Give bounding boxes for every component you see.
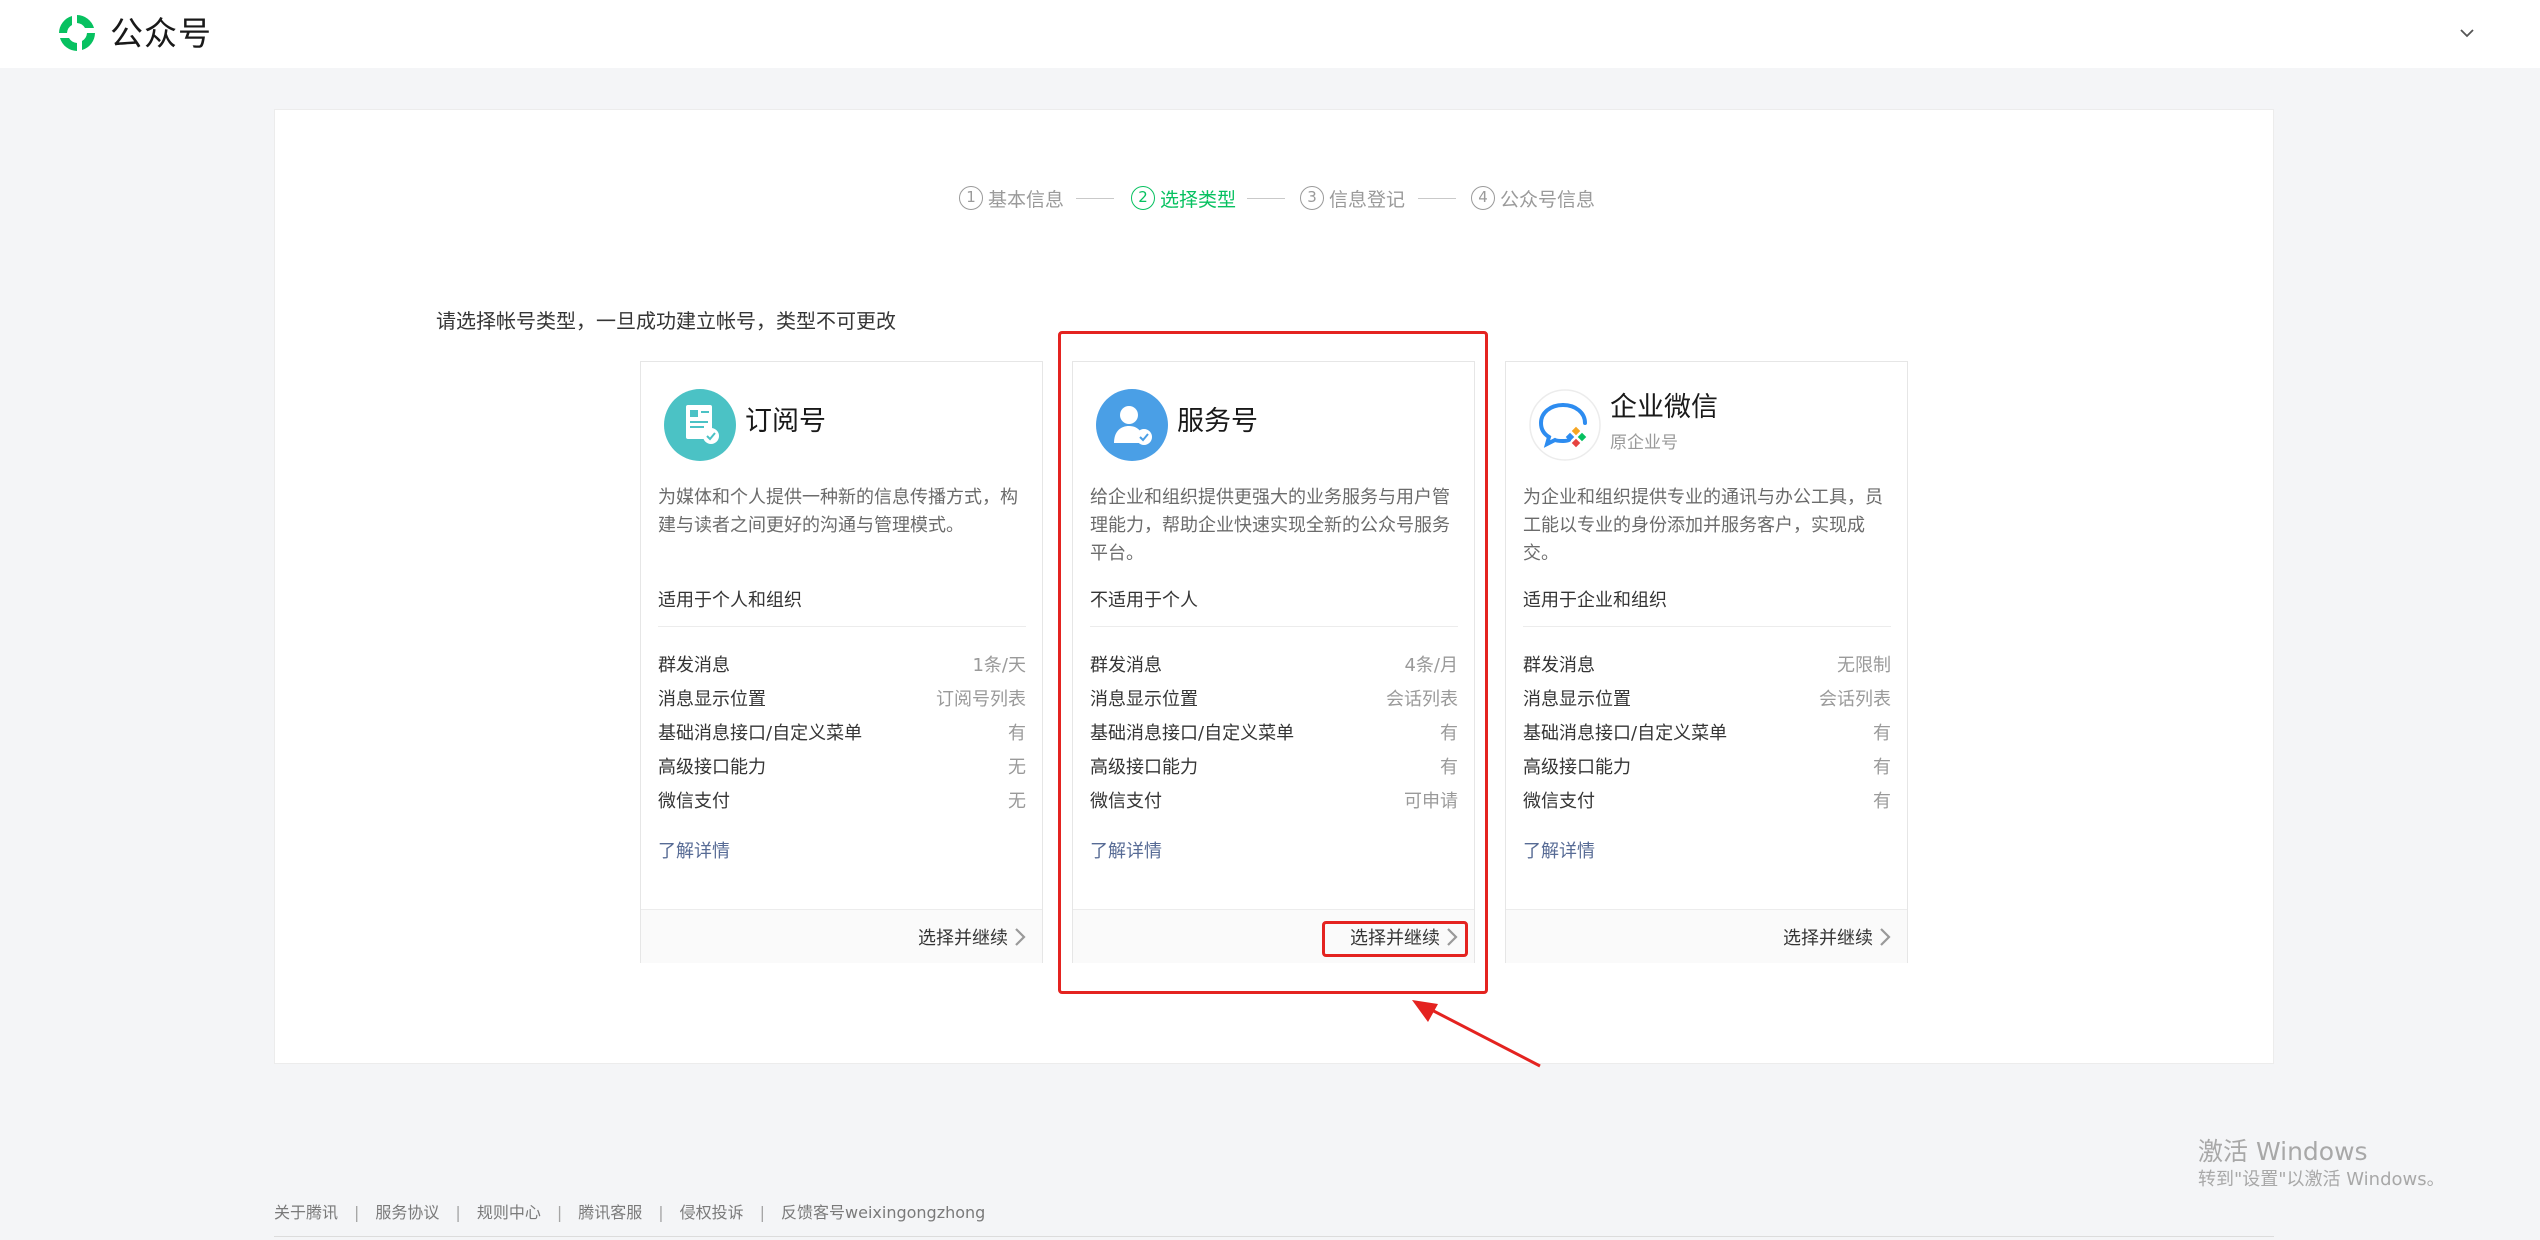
- subscription-account-icon: [664, 389, 736, 461]
- step-account-info: 4 公众号信息: [1471, 183, 1595, 213]
- card-footer: 选择并继续: [641, 909, 1042, 963]
- chevron-down-icon[interactable]: [2456, 24, 2478, 42]
- footer-divider: [274, 1236, 2274, 1237]
- learn-more-link[interactable]: 了解详情: [658, 838, 730, 866]
- footer-separator: |: [658, 1203, 664, 1222]
- card-title: 订阅号: [745, 406, 826, 437]
- annotation-highlight-frame: [1058, 331, 1488, 994]
- footer-separator: |: [354, 1203, 360, 1222]
- select-and-continue-button[interactable]: 选择并继续: [1783, 924, 1891, 950]
- step-label: 基本信息: [988, 188, 1065, 211]
- card-description: 为企业和组织提供专业的通讯与办公工具，员工能以专业的身份添加并服务客户，实现成交…: [1523, 487, 1883, 564]
- feature-value: 无限制: [1837, 655, 1891, 676]
- feature-value: 无: [1008, 791, 1026, 812]
- feature-name: 消息显示位置: [658, 689, 766, 710]
- feature-row: 基础消息接口/自定义菜单 有: [658, 720, 1026, 748]
- card-scope: 适用于个人和组织: [658, 590, 802, 611]
- feature-row: 高级接口能力 有: [1523, 754, 1891, 782]
- card-subscription: 订阅号 为媒体和个人提供一种新的信息传播方式，构建与读者之间更好的沟通与管理模式…: [640, 361, 1043, 963]
- step-info-registration: 3 信息登记: [1300, 183, 1405, 213]
- annotation-button-frame: [1322, 921, 1468, 957]
- card-wecom: 企业微信 原企业号 为企业和组织提供专业的通讯与办公工具，员工能以专业的身份添加…: [1505, 361, 1908, 963]
- feature-value: 订阅号列表: [936, 689, 1026, 710]
- step-label: 信息登记: [1329, 188, 1406, 211]
- footer-link-support[interactable]: 腾讯客服: [578, 1201, 642, 1225]
- feature-value: 有: [1873, 723, 1891, 744]
- step-separator: [1418, 198, 1456, 199]
- chevron-right-icon: [1015, 928, 1026, 946]
- step-basic-info: 1 基本信息: [959, 183, 1064, 213]
- annotation-arrow-icon: [1412, 1000, 1541, 1068]
- step-label: 选择类型: [1160, 188, 1237, 211]
- card-divider: [658, 626, 1026, 627]
- card-description: 为媒体和个人提供一种新的信息传播方式，构建与读者之间更好的沟通与管理模式。: [658, 487, 1018, 536]
- feature-row: 群发消息 1条/天: [658, 652, 1026, 680]
- card-scope: 适用于企业和组织: [1523, 590, 1667, 611]
- card-subtitle: 原企业号: [1610, 433, 1678, 453]
- feature-row: 消息显示位置 会话列表: [1523, 686, 1891, 714]
- footer-separator: |: [556, 1203, 563, 1222]
- feature-row: 基础消息接口/自定义菜单 有: [1523, 720, 1891, 748]
- card-title: 企业微信: [1610, 392, 1718, 423]
- feature-row: 微信支付 有: [1523, 788, 1891, 816]
- select-and-continue-button[interactable]: 选择并继续: [918, 924, 1026, 950]
- feature-row: 微信支付 无: [658, 788, 1026, 816]
- feature-name: 微信支付: [1523, 791, 1595, 812]
- feature-row: 消息显示位置 订阅号列表: [658, 686, 1026, 714]
- feature-value: 有: [1008, 723, 1026, 744]
- step-select-type: 2 选择类型: [1131, 183, 1236, 213]
- wecom-icon: [1529, 389, 1601, 461]
- feature-name: 高级接口能力: [1523, 757, 1631, 778]
- chevron-right-icon: [1880, 928, 1891, 946]
- footer-link-complaint[interactable]: 侵权投诉: [680, 1201, 744, 1225]
- feature-value: 有: [1873, 791, 1891, 812]
- feature-value: 无: [1008, 757, 1026, 778]
- feature-value: 有: [1873, 757, 1891, 778]
- windows-activation-subtitle: 转到"设置"以激活 Windows。: [2198, 1169, 2445, 1190]
- footer-link-service-agreement[interactable]: 服务协议: [375, 1201, 439, 1225]
- footer-links: 关于腾讯 | 服务协议 | 规则中心 | 腾讯客服 | 侵权投诉 | 反馈客号w…: [274, 1201, 985, 1225]
- feature-name: 基础消息接口/自定义菜单: [1523, 723, 1728, 744]
- learn-more-link[interactable]: 了解详情: [1523, 838, 1595, 866]
- feature-name: 消息显示位置: [1523, 689, 1631, 710]
- feature-value: 会话列表: [1819, 689, 1891, 710]
- select-label: 选择并继续: [918, 928, 1008, 949]
- step-label: 公众号信息: [1500, 188, 1596, 211]
- brand-title: 公众号: [110, 14, 212, 53]
- windows-activation-title: 激活 Windows: [2198, 1137, 2368, 1166]
- footer-link-about[interactable]: 关于腾讯: [274, 1201, 338, 1225]
- wechat-official-account-logo-icon[interactable]: [55, 11, 99, 55]
- footer-link-feedback[interactable]: 反馈客号weixingongzhong: [781, 1201, 985, 1225]
- feature-row: 高级接口能力 无: [658, 754, 1026, 782]
- step-separator: [1076, 198, 1114, 199]
- feature-value: 1条/天: [972, 655, 1026, 676]
- step-number: 4: [1471, 186, 1495, 210]
- card-divider: [1523, 626, 1891, 627]
- step-number: 2: [1131, 186, 1155, 210]
- step-number: 1: [959, 186, 983, 210]
- feature-name: 基础消息接口/自定义菜单: [658, 723, 863, 744]
- step-separator: [1247, 198, 1285, 199]
- feature-name: 高级接口能力: [658, 757, 766, 778]
- select-label: 选择并继续: [1783, 928, 1873, 949]
- top-bar: 公众号: [0, 0, 2540, 68]
- account-type-hint: 请选择帐号类型，一旦成功建立帐号，类型不可更改: [436, 309, 896, 333]
- feature-row: 群发消息 无限制: [1523, 652, 1891, 680]
- feature-name: 群发消息: [1523, 655, 1595, 676]
- feature-name: 群发消息: [658, 655, 730, 676]
- footer-link-rules[interactable]: 规则中心: [477, 1201, 541, 1225]
- card-footer: 选择并继续: [1506, 909, 1907, 963]
- footer-separator: |: [455, 1203, 461, 1222]
- feature-name: 微信支付: [658, 791, 730, 812]
- footer-separator: |: [759, 1203, 766, 1222]
- step-number: 3: [1300, 186, 1324, 210]
